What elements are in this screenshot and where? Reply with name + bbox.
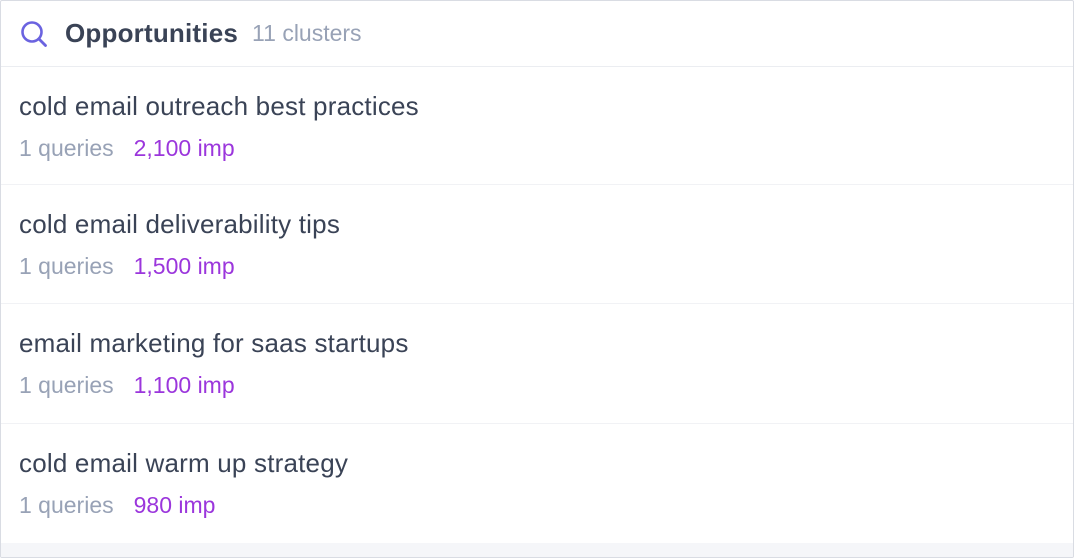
impression-count: 1,100 imp [133, 372, 235, 398]
cluster-list: cold email outreach best practices 1 que… [1, 67, 1073, 542]
cluster-name: cold email warm up strategy [19, 448, 349, 478]
cluster-item[interactable]: cold email deliverability tips 1 queries… [1, 185, 1073, 304]
cluster-meta: 1 queries 980 imp [19, 492, 215, 519]
cluster-item[interactable]: cold email outreach best practices 1 que… [1, 67, 1073, 185]
cluster-count: 11 clusters [252, 20, 362, 46]
search-icon [19, 19, 49, 49]
cluster-item[interactable]: email marketing for saas startups 1 quer… [1, 304, 1073, 424]
panel-title: Opportunities [65, 18, 239, 48]
panel-header: Opportunities 11 clusters [1, 1, 1073, 67]
opportunities-panel: Opportunities 11 clusters cold email out… [0, 0, 1074, 558]
query-count: 1 queries [19, 253, 114, 279]
cluster-item[interactable]: cold email warm up strategy 1 queries 98… [1, 424, 1073, 542]
cluster-meta: 1 queries 2,100 imp [19, 135, 235, 162]
cluster-name: email marketing for saas startups [19, 328, 409, 358]
cluster-name: cold email deliverability tips [19, 209, 341, 239]
list-bottom-edge [1, 543, 1073, 557]
cluster-meta: 1 queries 1,100 imp [19, 372, 235, 399]
query-count: 1 queries [19, 135, 114, 161]
cluster-meta: 1 queries 1,500 imp [19, 253, 235, 280]
query-count: 1 queries [19, 492, 114, 518]
impression-count: 980 imp [133, 492, 216, 518]
query-count: 1 queries [19, 372, 114, 398]
impression-count: 2,100 imp [133, 135, 235, 161]
impression-count: 1,500 imp [133, 253, 235, 279]
cluster-name: cold email outreach best practices [19, 91, 419, 121]
